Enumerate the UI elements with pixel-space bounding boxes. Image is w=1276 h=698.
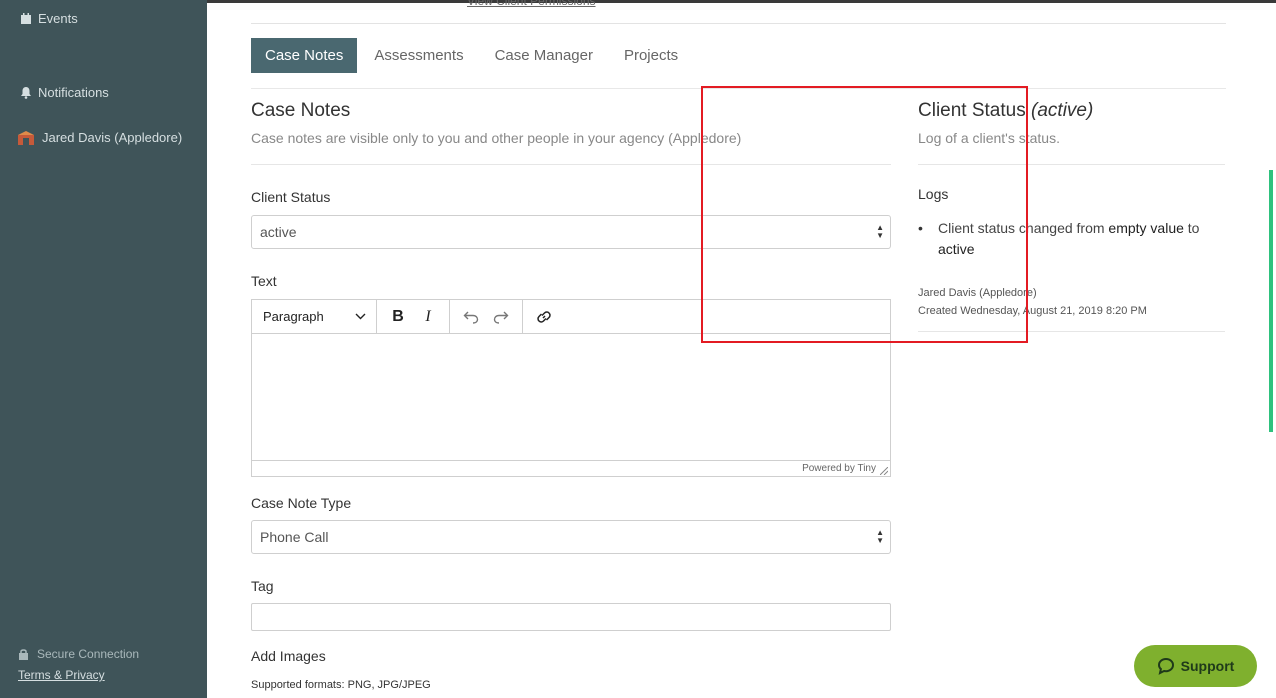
tab-assessments[interactable]: Assessments [360, 38, 477, 73]
add-images-label: Add Images [251, 648, 326, 664]
sidebar: Events Notifications Jared Davis (Appled… [0, 0, 207, 698]
format-value: Paragraph [263, 309, 324, 324]
panel-status: (active) [1031, 100, 1094, 121]
scrollbar[interactable] [1269, 170, 1273, 432]
toolbar-group-link [523, 300, 565, 334]
tag-input[interactable] [251, 603, 891, 631]
sidebar-item-label: Notifications [38, 85, 109, 100]
avatar [18, 130, 34, 145]
client-status-label: Client Status [251, 189, 331, 205]
tab-projects[interactable]: Projects [610, 38, 692, 73]
redo-button[interactable] [488, 304, 514, 330]
chevron-down-icon [355, 313, 366, 320]
tab-case-notes[interactable]: Case Notes [251, 38, 358, 73]
sidebar-item-label: Jared Davis (Appledore) [42, 130, 183, 145]
redo-icon [493, 311, 509, 324]
sidebar-item-user[interactable]: Jared Davis (Appledore) [18, 130, 182, 145]
calendar-icon [21, 12, 31, 24]
tab-case-manager[interactable]: Case Manager [481, 38, 607, 73]
divider [251, 23, 1226, 24]
italic-button[interactable]: I [415, 304, 441, 330]
powered-by-tiny[interactable]: Powered by Tiny [802, 463, 876, 474]
bold-button[interactable]: B [385, 304, 411, 330]
resize-handle-icon[interactable] [880, 467, 888, 475]
sidebar-item-label: Events [38, 11, 78, 26]
toolbar-group-format: B I [377, 299, 450, 334]
highlight-box [701, 86, 1028, 343]
editor-statusbar: Powered by Tiny [252, 460, 890, 476]
supported-formats: Supported formats: PNG, JPG/JPEG [251, 679, 431, 691]
support-button[interactable]: Support [1134, 645, 1257, 687]
case-note-type-value: Phone Call [260, 529, 329, 545]
select-arrows-icon: ▲ ▼ [876, 528, 884, 545]
log-text: to [1187, 220, 1200, 236]
client-permissions-link[interactable]: View Client Permissions [467, 0, 596, 8]
text-label: Text [251, 273, 277, 289]
client-status-value: active [260, 224, 297, 240]
link-icon [537, 310, 551, 323]
undo-button[interactable] [458, 304, 484, 330]
bell-icon [21, 87, 31, 99]
undo-icon [463, 311, 479, 324]
link-button[interactable] [531, 304, 557, 330]
format-dropdown[interactable]: Paragraph [252, 299, 377, 334]
chat-bubble-icon [1157, 657, 1174, 675]
toolbar-group-history [450, 299, 523, 334]
editor-body[interactable] [252, 334, 890, 460]
case-note-type-label: Case Note Type [251, 495, 352, 511]
sidebar-item-notifications[interactable]: Notifications [20, 85, 109, 100]
terms-privacy-link[interactable]: Terms & Privacy [18, 668, 105, 682]
lock-icon [19, 649, 28, 660]
case-note-type-select[interactable]: Phone Call ▲ ▼ [251, 520, 891, 554]
secure-connection: Secure Connection [18, 647, 139, 661]
tag-label: Tag [251, 578, 274, 594]
tab-bar: Case Notes Assessments Case Manager Proj… [251, 38, 695, 73]
log-from: empty value [1108, 220, 1184, 236]
sidebar-item-events[interactable]: Events [20, 11, 78, 26]
support-label: Support [1180, 658, 1235, 674]
secure-connection-label: Secure Connection [37, 647, 140, 661]
